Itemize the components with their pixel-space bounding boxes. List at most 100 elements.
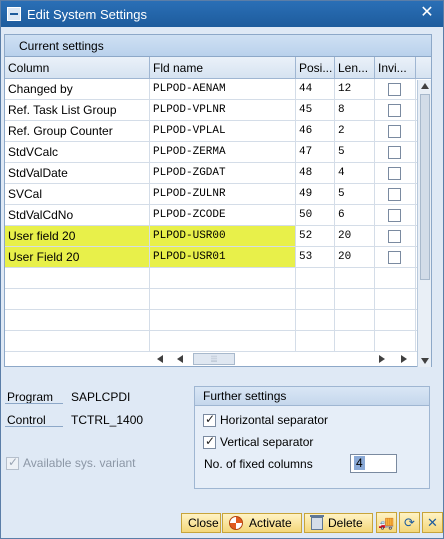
cell-fld-name — [150, 268, 296, 288]
cell-invisible — [375, 331, 416, 351]
control-label: Control — [7, 413, 46, 427]
further-settings-title: Further settings — [195, 387, 429, 406]
invisible-checkbox[interactable] — [388, 208, 401, 222]
trash-icon — [310, 514, 324, 530]
table-row[interactable]: Ref. Task List Group PLPOD-VPLNR 45 8 — [5, 100, 431, 121]
cell-column: StdValDate — [5, 163, 150, 183]
table-row[interactable]: Changed by PLPOD-AENAM 44 12 — [5, 79, 431, 100]
program-label: Program — [7, 390, 54, 404]
activate-button[interactable]: Activate — [222, 513, 302, 533]
cell-invisible — [375, 205, 416, 225]
scroll-thumb[interactable] — [420, 94, 430, 280]
cell-position: 45 — [296, 100, 335, 120]
horizontal-scrollbar[interactable]: ⦙⦙⦙ — [153, 352, 418, 366]
table-title: Current settings — [5, 35, 431, 57]
col-header-fld-name[interactable]: Fld name — [150, 57, 296, 78]
delete-button[interactable]: Delete — [304, 513, 373, 533]
cell-length — [335, 289, 375, 309]
col-header-column[interactable]: Column — [5, 57, 150, 78]
scroll-down-icon[interactable] — [421, 358, 429, 364]
invisible-checkbox[interactable] — [388, 82, 401, 96]
cell-invisible — [375, 226, 416, 246]
cell-length: 12 — [335, 79, 375, 99]
cell-length: 4 — [335, 163, 375, 183]
horizontal-separator-checkbox[interactable] — [203, 412, 216, 427]
cell-fld-name: PLPOD-ZCODE — [150, 205, 296, 225]
col-header-length[interactable]: Len... — [335, 57, 375, 78]
col-header-invisible[interactable]: Invi... — [375, 57, 416, 78]
cell-length — [335, 331, 375, 351]
cell-position: 49 — [296, 184, 335, 204]
cell-invisible — [375, 142, 416, 162]
refresh-button[interactable]: ⟳ — [399, 512, 420, 533]
scroll-left-icon[interactable] — [177, 355, 183, 363]
cell-position: 48 — [296, 163, 335, 183]
cancel-icon: ✕ — [427, 514, 438, 530]
table-row[interactable]: StdVCalc PLPOD-ZERMA 47 5 — [5, 142, 431, 163]
invisible-checkbox[interactable] — [388, 187, 401, 201]
cell-invisible — [375, 289, 416, 309]
cell-column — [5, 331, 150, 351]
table-row[interactable] — [5, 310, 431, 331]
cell-length: 2 — [335, 121, 375, 141]
program-label-underline — [5, 403, 63, 404]
vertical-scrollbar[interactable] — [417, 80, 431, 367]
activate-icon — [229, 516, 243, 530]
transport-button[interactable]: 🚚 — [376, 512, 397, 533]
cell-position: 53 — [296, 247, 335, 267]
cell-invisible — [375, 268, 416, 288]
cell-column: Changed by — [5, 79, 150, 99]
scroll-right-last-icon[interactable] — [401, 355, 407, 363]
cell-fld-name: PLPOD-AENAM — [150, 79, 296, 99]
cell-invisible — [375, 310, 416, 330]
table-row[interactable] — [5, 331, 431, 352]
hscroll-thumb[interactable]: ⦙⦙⦙ — [193, 353, 235, 365]
fixed-columns-input[interactable]: 4 — [350, 454, 397, 473]
vertical-separator-option[interactable]: Vertical separator — [203, 434, 314, 449]
cancel-button[interactable]: ✕ — [422, 512, 443, 533]
available-sys-variant-label: Available sys. variant — [23, 456, 136, 470]
table-row[interactable]: SVCal PLPOD-ZULNR 49 5 — [5, 184, 431, 205]
cell-position: 50 — [296, 205, 335, 225]
cell-length: 20 — [335, 226, 375, 246]
invisible-checkbox[interactable] — [388, 145, 401, 159]
scroll-up-icon[interactable] — [421, 83, 429, 89]
table-row[interactable] — [5, 268, 431, 289]
table-row[interactable]: StdValCdNo PLPOD-ZCODE 50 6 — [5, 205, 431, 226]
table-row[interactable]: StdValDate PLPOD-ZGDAT 48 4 — [5, 163, 431, 184]
cell-length: 5 — [335, 184, 375, 204]
invisible-checkbox[interactable] — [388, 166, 401, 180]
invisible-checkbox[interactable] — [388, 124, 401, 138]
table-row[interactable]: Ref. Group Counter PLPOD-VPLAL 46 2 — [5, 121, 431, 142]
close-window-icon[interactable]: ✕ — [419, 5, 435, 21]
cell-invisible — [375, 184, 416, 204]
cell-fld-name: PLPOD-VPLAL — [150, 121, 296, 141]
invisible-checkbox[interactable] — [388, 229, 401, 243]
cell-length: 20 — [335, 247, 375, 267]
table-row[interactable]: User Field 20 PLPOD-USR01 53 20 — [5, 247, 431, 268]
table-row[interactable]: User field 20 PLPOD-USR00 52 20 — [5, 226, 431, 247]
cell-invisible — [375, 79, 416, 99]
activate-button-label: Activate — [249, 516, 292, 530]
dialog-title: Edit System Settings — [27, 6, 147, 22]
invisible-checkbox[interactable] — [388, 250, 401, 264]
cell-invisible — [375, 163, 416, 183]
horizontal-separator-option[interactable]: Horizontal separator — [203, 412, 328, 427]
close-button[interactable]: Close — [181, 513, 221, 533]
col-header-position[interactable]: Posi... — [296, 57, 335, 78]
cell-column — [5, 268, 150, 288]
cell-position — [296, 310, 335, 330]
cell-position — [296, 331, 335, 351]
dialog-icon — [7, 7, 21, 21]
truck-icon: 🚚 — [378, 514, 395, 530]
scroll-left-first-icon[interactable] — [157, 355, 163, 363]
vertical-separator-label: Vertical separator — [220, 435, 314, 449]
cell-column — [5, 289, 150, 309]
table-row[interactable] — [5, 289, 431, 310]
cell-invisible — [375, 121, 416, 141]
invisible-checkbox[interactable] — [388, 103, 401, 117]
scroll-right-icon[interactable] — [379, 355, 385, 363]
cell-column — [5, 310, 150, 330]
control-label-underline — [5, 426, 63, 427]
vertical-separator-checkbox[interactable] — [203, 434, 216, 449]
